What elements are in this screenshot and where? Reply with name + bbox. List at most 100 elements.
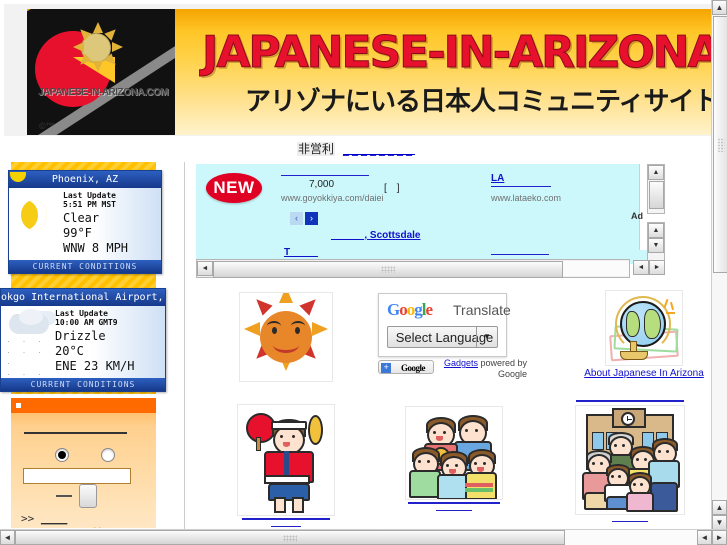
tile-globe[interactable]: About Japanese In Arizona	[584, 290, 704, 379]
ad-hscroll-thumb[interactable]	[213, 261, 563, 278]
bullet-icon	[16, 403, 21, 408]
search-submit-button[interactable]	[79, 484, 97, 508]
page-canvas: JAPANESE-IN-ARIZONA.COM ©™ JAPANESE-IN-A…	[0, 0, 712, 530]
scroll-grip-icon	[283, 535, 297, 542]
radio-option-1[interactable]	[55, 448, 69, 462]
search-widget-title-rule	[24, 432, 127, 434]
gadget-credit: Gadgets powered by Google	[437, 358, 527, 380]
language-select[interactable]: Select Language ▼	[387, 326, 498, 348]
nonprofit-link[interactable]: ________	[343, 142, 415, 156]
weather-city-tokyo: okgo International Airport, J	[1, 289, 165, 306]
weather-widget-phoenix[interactable]: Phoenix, AZ Last Update 5:51 PM MST Clea…	[8, 170, 162, 274]
ad-left-headline-rule[interactable]	[281, 175, 369, 176]
banner-title: JAPANESE-IN-ARIZONA.CO	[202, 27, 712, 79]
search-more-link[interactable]: >> ____	[21, 512, 67, 525]
scroll-grip-icon	[381, 266, 395, 273]
corn-icon	[308, 415, 323, 445]
weather-update-label: Last Update	[55, 309, 108, 318]
scroll-left-arrow-2[interactable]: ◄	[633, 260, 649, 275]
ad-hscroll-steppers[interactable]: ◄ ►	[633, 259, 669, 276]
ad-scottsdale-link[interactable]: ______, Scottsdale	[331, 230, 421, 241]
children-link-rule[interactable]	[408, 502, 500, 504]
ad-right-title[interactable]: LA	[491, 173, 504, 184]
site-banner[interactable]: JAPANESE-IN-ARIZONA.COM ©™ JAPANESE-IN-A…	[4, 4, 712, 136]
page-scroll-left-arrow[interactable]: ◄	[0, 530, 15, 545]
family-top-rule[interactable]	[576, 400, 684, 402]
ad-next-button[interactable]: ›	[305, 212, 318, 225]
search-scope-radios[interactable]	[55, 448, 115, 462]
ad-t-link[interactable]: T_____	[284, 247, 318, 258]
sidebar: Phoenix, AZ Last Update 5:51 PM MST Clea…	[0, 162, 182, 530]
translate-box[interactable]: Google Translate Select Language ▼	[378, 293, 511, 357]
logo-trademark: ©™	[39, 121, 55, 131]
globe-sphere	[620, 301, 666, 347]
weather-widget-tokyo[interactable]: okgo International Airport, J · · · · · ·…	[0, 288, 166, 392]
moon-icon	[9, 188, 63, 260]
page-scroll-up-arrow-2[interactable]: ▲	[712, 500, 727, 515]
ad-vscrollbar-top[interactable]: ▲	[647, 164, 665, 214]
new-badge: NEW	[206, 173, 262, 203]
ad-bracket: [ ]	[384, 183, 400, 194]
ad-frame[interactable]: NEW 7,000 [ ] www.goyokkiya.com/daiei ‹ …	[196, 164, 654, 264]
page-scroll-thumb[interactable]	[713, 16, 727, 273]
page-hscroll-thumb[interactable]	[15, 530, 565, 545]
children-group-image	[405, 406, 503, 500]
weather-readings-phoenix: Last Update 5:51 PM MST Clear 99°F WNW 8…	[63, 188, 161, 260]
page-scroll-up-arrow[interactable]: ▲	[712, 0, 727, 15]
ad-bottom-right-rule[interactable]	[491, 254, 549, 255]
ad-pager[interactable]: ‹ ›	[290, 212, 318, 225]
page-scroll-left-arrow-2[interactable]: ◄	[697, 530, 712, 545]
weather-body-phoenix: Last Update 5:51 PM MST Clear 99°F WNW 8…	[9, 188, 161, 260]
scroll-grip-icon	[717, 137, 724, 152]
add-to-google-button[interactable]: + Google	[378, 360, 434, 374]
scroll-left-arrow[interactable]: ◄	[197, 261, 213, 276]
scroll-up-arrow[interactable]: ▲	[648, 223, 664, 238]
plus-icon: +	[381, 363, 391, 373]
page-hscroll-track[interactable]	[15, 530, 697, 545]
scroll-down-arrow[interactable]: ▼	[648, 238, 664, 253]
scroll-thumb[interactable]	[648, 181, 664, 209]
globe-caption-link[interactable]: About Japanese In Arizona	[584, 368, 704, 379]
page-horizontal-scrollbar[interactable]: ◄ ◄ ►	[0, 529, 727, 545]
ad-side-label: Ad	[631, 211, 643, 221]
tile-family[interactable]	[572, 398, 688, 522]
add-button-label: Google	[401, 363, 426, 373]
festival-sub-rule[interactable]	[271, 526, 301, 527]
sidebar-search-widget[interactable]: >> ____ powered by	[11, 398, 156, 528]
page-vertical-scrollbar[interactable]: ▲ ▲ ▼	[711, 0, 727, 530]
more-link-text[interactable]: ____	[41, 512, 68, 525]
weather-condition: Drizzle	[55, 329, 106, 343]
ad-prev-button[interactable]: ‹	[290, 212, 303, 225]
radio-option-2[interactable]	[101, 448, 115, 462]
ad-hscroll-track[interactable]	[213, 261, 629, 278]
more-prefix: >>	[21, 512, 35, 525]
search-powered-by: powered by	[59, 526, 109, 528]
weather-readings-tokyo: Last Update 10:00 AM GMT9 Drizzle 20°C E…	[55, 306, 165, 378]
banner-graphic: JAPANESE-IN-ARIZONA.COM ©™ JAPANESE-IN-A…	[27, 9, 712, 135]
scroll-up-arrow[interactable]: ▲	[648, 165, 664, 180]
tile-children[interactable]	[402, 406, 506, 511]
tile-sun[interactable]	[236, 292, 336, 382]
globe-image	[605, 290, 683, 366]
gadgets-link[interactable]: Gadgets	[444, 358, 478, 368]
browser-window: JAPANESE-IN-ARIZONA.COM ©™ JAPANESE-IN-A…	[0, 0, 727, 545]
tile-festival[interactable]	[234, 404, 338, 527]
nonprofit-label: 非営利	[296, 142, 335, 156]
ad-left-url: www.goyokkiya.com/daiei	[281, 193, 384, 203]
family-school-image	[575, 405, 685, 515]
logo-wordmark: JAPANESE-IN-ARIZONA.COM	[38, 87, 168, 98]
family-sub-rule[interactable]	[612, 521, 648, 522]
weather-footer: CURRENT CONDITIONS	[9, 260, 161, 273]
site-logo[interactable]: JAPANESE-IN-ARIZONA.COM ©™	[27, 9, 175, 135]
children-sub-rule[interactable]	[436, 510, 472, 511]
chevron-down-icon[interactable]: ▼	[476, 327, 497, 347]
festival-link-rule[interactable]	[242, 518, 330, 520]
tile-google-translate[interactable]: Google Translate Select Language ▼ + Goo…	[372, 288, 532, 380]
page-scroll-right-arrow[interactable]: ►	[712, 530, 727, 545]
translate-word: Translate	[453, 302, 511, 318]
page-scroll-down-arrow[interactable]: ▼	[712, 515, 727, 530]
ad-hscrollbar[interactable]: ◄	[196, 259, 630, 278]
google-translate-gadget[interactable]: Google Translate Select Language ▼ + Goo…	[373, 288, 531, 380]
search-input[interactable]	[23, 468, 131, 484]
scroll-right-arrow-2[interactable]: ►	[649, 260, 665, 275]
